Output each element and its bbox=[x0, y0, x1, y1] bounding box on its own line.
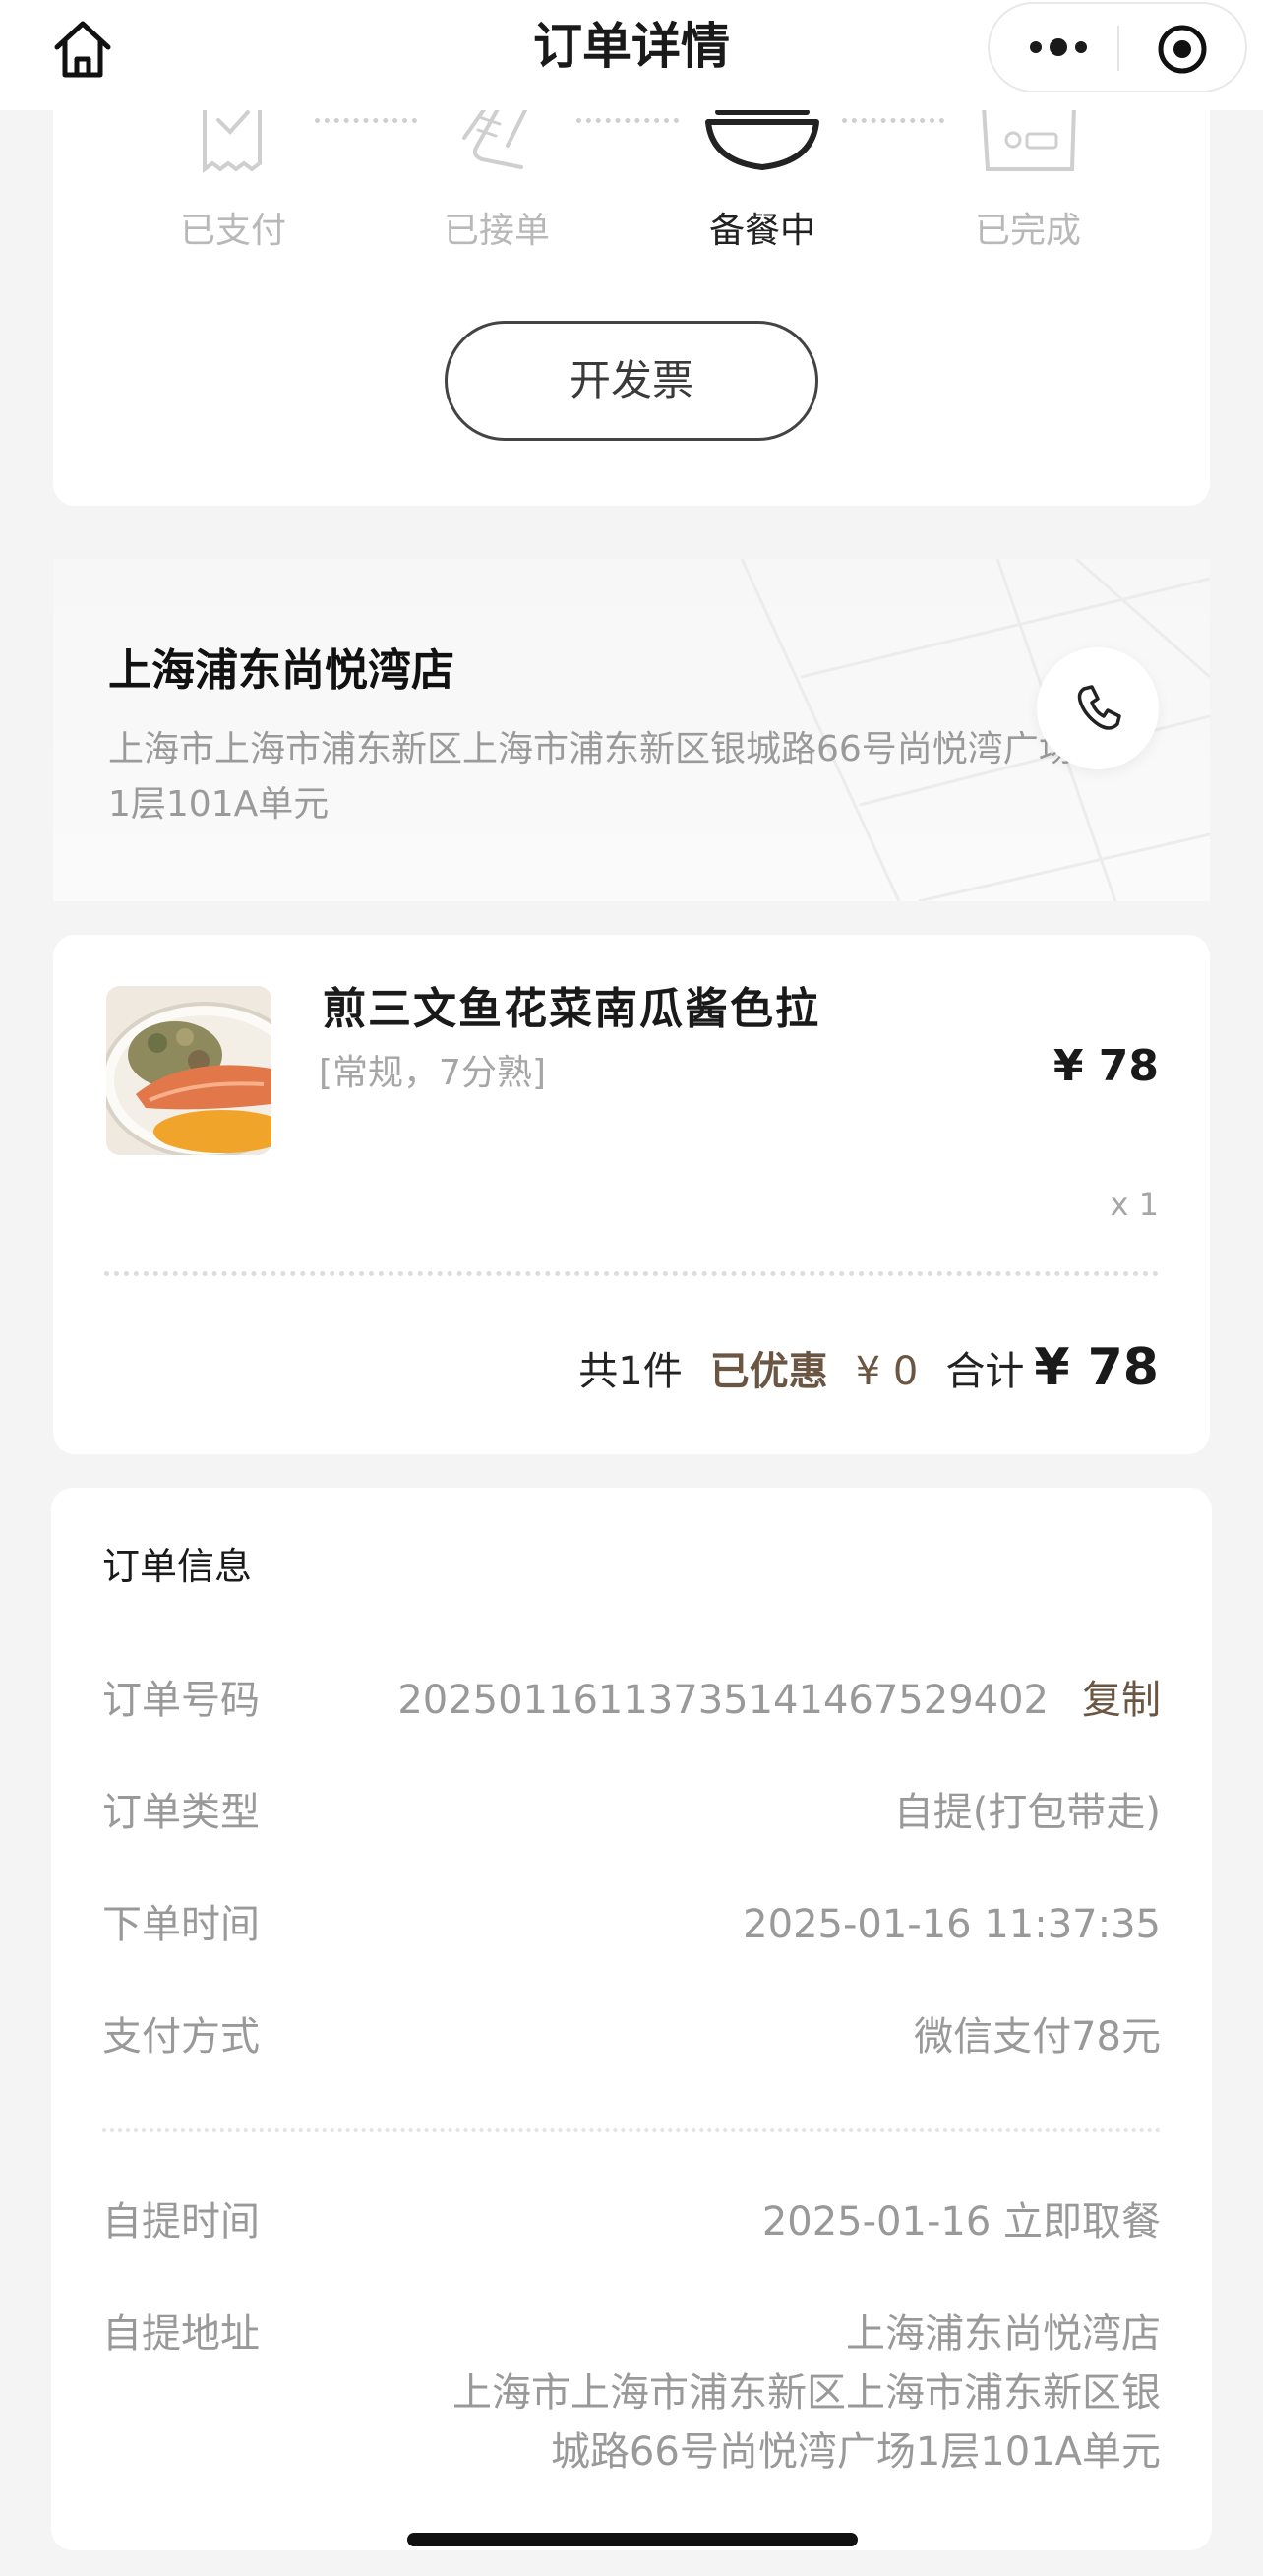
pickup-time-label: 自提时间 bbox=[102, 2199, 260, 2244]
item-quantity: x 1 bbox=[1110, 1186, 1159, 1223]
total-value: ¥ 78 bbox=[1034, 1338, 1159, 1397]
payment-method-label: 支付方式 bbox=[102, 2014, 260, 2059]
item-price: ¥ 78 bbox=[1052, 1041, 1159, 1091]
item-spec: [常规，7分熟] bbox=[319, 1053, 546, 1093]
order-number-label: 订单号码 bbox=[102, 1678, 260, 1723]
order-number-value-group: 20250116113735141467529402 复制 bbox=[397, 1671, 1161, 1730]
order-number-value: 20250116113735141467529402 bbox=[397, 1678, 1049, 1723]
section-title: 订单信息 bbox=[102, 1545, 253, 1588]
salmon-salad-photo bbox=[106, 986, 271, 1155]
dotted-divider bbox=[102, 2128, 1161, 2132]
pickup-store-name: 上海浦东尚悦湾店 bbox=[846, 2311, 1161, 2357]
progress-step-label: 已完成 bbox=[974, 211, 1081, 251]
phone-icon bbox=[1077, 685, 1121, 730]
store-card: 上海浦东尚悦湾店 上海市上海市浦东新区上海市浦东新区银城路66号尚悦湾广场1层1… bbox=[53, 559, 1210, 901]
capsule-divider bbox=[1117, 26, 1119, 71]
pickup-address-label: 自提地址 bbox=[102, 2311, 260, 2357]
discount-value: ¥ 0 bbox=[855, 1349, 919, 1394]
invoice-button[interactable]: 开发票 bbox=[445, 321, 818, 441]
pickup-address-line: 上海市上海市浦东新区上海市浦东新区银 bbox=[452, 2370, 1161, 2416]
order-item-card: 煎三文鱼花菜南瓜酱色拉 [常规，7分熟] ¥ 78 x 1 共1件 已优惠 ¥ … bbox=[53, 935, 1210, 1454]
item-count: 共1件 bbox=[578, 1349, 683, 1394]
order-time-label: 下单时间 bbox=[102, 1902, 260, 1947]
order-number-row: 订单号码 20250116113735141467529402 复制 bbox=[102, 1671, 1161, 1730]
payment-method-row: 支付方式 微信支付78元 bbox=[102, 2007, 1161, 2066]
mini-program-capsule bbox=[988, 2, 1247, 92]
progress-connector bbox=[576, 118, 679, 123]
pickup-time-value: 2025-01-16 立即取餐 bbox=[761, 2199, 1161, 2244]
nav-bar: 订单详情 bbox=[0, 0, 1263, 110]
item-name: 煎三文鱼花菜南瓜酱色拉 bbox=[323, 984, 820, 1034]
order-type-value: 自提(打包带走) bbox=[893, 1790, 1161, 1835]
more-dots-icon[interactable] bbox=[1019, 22, 1098, 73]
order-time-row: 下单时间 2025-01-16 11:37:35 bbox=[102, 1895, 1161, 1954]
payment-method-value: 微信支付78元 bbox=[914, 2014, 1161, 2059]
pickup-address-line: 城路66号尚悦湾广场1层101A单元 bbox=[550, 2429, 1161, 2475]
order-info-card: 订单信息 订单号码 20250116113735141467529402 复制 订… bbox=[51, 1488, 1212, 2550]
progress-connector bbox=[315, 118, 417, 123]
discount-label: 已优惠 bbox=[709, 1349, 828, 1394]
pickup-address-value: 上海浦东尚悦湾店 上海市上海市浦东新区上海市浦东新区银 城路66号尚悦湾广场1层… bbox=[275, 2304, 1161, 2482]
target-close-icon[interactable] bbox=[1155, 22, 1210, 77]
order-time-value: 2025-01-16 11:37:35 bbox=[743, 1902, 1161, 1947]
store-name: 上海浦东尚悦湾店 bbox=[108, 645, 454, 696]
pickup-time-row: 自提时间 2025-01-16 立即取餐 bbox=[102, 2192, 1161, 2251]
call-store-button[interactable] bbox=[1037, 647, 1159, 769]
progress-step-label: 已支付 bbox=[179, 211, 286, 251]
total-label: 合计 bbox=[945, 1349, 1025, 1394]
receipt-check-icon bbox=[203, 98, 262, 173]
order-type-label: 订单类型 bbox=[102, 1790, 260, 1835]
progress-step-label: 已接单 bbox=[443, 211, 550, 251]
order-type-row: 订单类型 自提(打包带走) bbox=[102, 1783, 1161, 1842]
progress-step-label: 备餐中 bbox=[708, 211, 815, 251]
receipt-curl-icon bbox=[462, 98, 533, 169]
copy-order-number-button[interactable]: 复制 bbox=[1082, 1678, 1161, 1723]
order-totals: 共1件 已优惠 ¥ 0 合计 ¥ 78 bbox=[578, 1338, 1159, 1397]
progress-connector bbox=[842, 118, 944, 123]
home-indicator bbox=[407, 2533, 858, 2546]
bag-done-icon bbox=[982, 105, 1076, 171]
store-address: 上海市上海市浦东新区上海市浦东新区银城路66号尚悦湾广场1层101A单元 bbox=[108, 729, 1074, 825]
dotted-divider bbox=[104, 1271, 1159, 1276]
